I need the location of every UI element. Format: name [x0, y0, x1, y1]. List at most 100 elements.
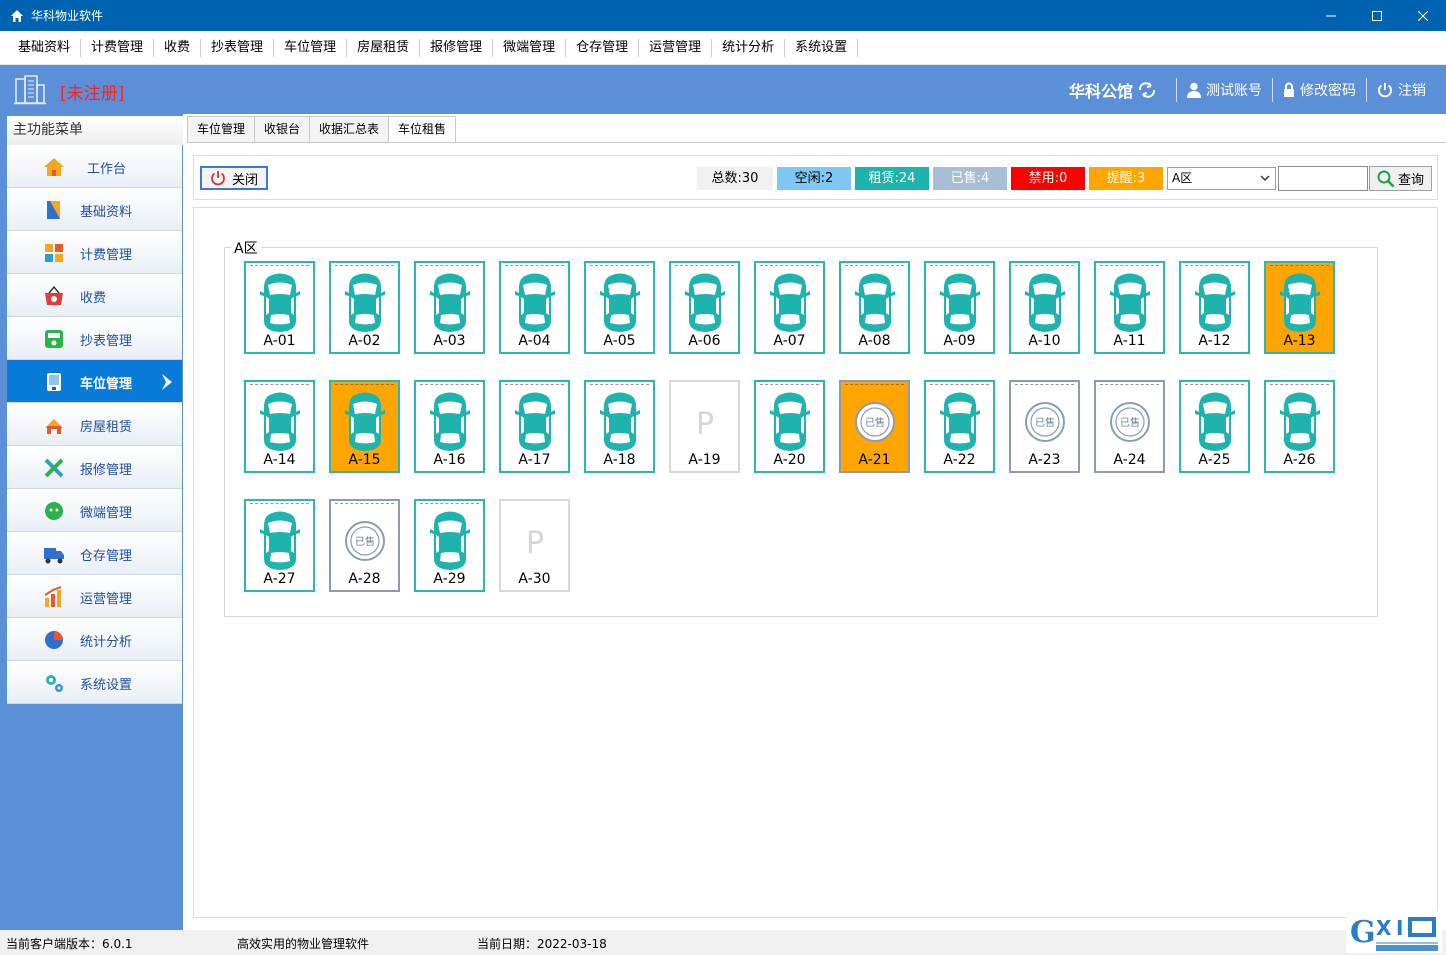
- slot-label: A-23: [1028, 452, 1061, 468]
- search-button[interactable]: 查询: [1369, 166, 1432, 191]
- menu-item[interactable]: 运营管理: [639, 38, 713, 57]
- parking-slot[interactable]: A-09: [924, 261, 995, 354]
- parking-slot[interactable]: A-29: [414, 499, 485, 592]
- car-icon: [260, 392, 300, 451]
- sidebar-item-2[interactable]: 计费管理: [7, 231, 182, 274]
- close-window-button[interactable]: [1400, 0, 1446, 31]
- parking-slot[interactable]: A-20: [754, 380, 825, 473]
- menu-item[interactable]: 计费管理: [81, 38, 155, 57]
- parking-slot[interactable]: 已售 A-23: [1009, 380, 1080, 473]
- parking-slot[interactable]: A-17: [499, 380, 570, 473]
- parking-slot[interactable]: A-05: [584, 261, 655, 354]
- stat-disabled-filter[interactable]: 禁用:0: [1011, 167, 1085, 190]
- car-icon: [770, 392, 810, 451]
- close-tab-label: 关闭: [231, 172, 258, 188]
- parking-slot[interactable]: A-27: [244, 499, 315, 592]
- slot-top-line: [420, 503, 479, 505]
- menu-item[interactable]: 微端管理: [493, 38, 567, 57]
- parking-slot[interactable]: 已售 A-28: [329, 499, 400, 592]
- sidebar-item-11[interactable]: 统计分析: [7, 618, 182, 661]
- car-icon: [1280, 273, 1320, 332]
- parking-slot[interactable]: A-04: [499, 261, 570, 354]
- parking-slot[interactable]: A-02: [329, 261, 400, 354]
- parking-slot[interactable]: 已售 A-24: [1094, 380, 1165, 473]
- maximize-button[interactable]: [1354, 0, 1400, 31]
- sidebar-item-9[interactable]: 仓存管理: [7, 532, 182, 575]
- minimize-button[interactable]: [1308, 0, 1354, 31]
- menu-item[interactable]: 基础资料: [8, 38, 82, 57]
- parking-slot[interactable]: A-01: [244, 261, 315, 354]
- slot-top-line: [590, 265, 649, 267]
- parking-slot[interactable]: A-11: [1094, 261, 1165, 354]
- parking-slot[interactable]: A-07: [754, 261, 825, 354]
- close-tab-button[interactable]: 关闭: [200, 166, 268, 190]
- svg-text:已售: 已售: [865, 416, 885, 429]
- sidebar-item-0[interactable]: 工作台: [7, 145, 182, 188]
- car-icon: [1195, 273, 1235, 332]
- sidebar-item-label: 工作台: [87, 162, 127, 177]
- menu-item[interactable]: 抄表管理: [201, 38, 275, 57]
- menu-item[interactable]: 系统设置: [785, 38, 859, 57]
- slot-label: A-22: [943, 452, 976, 468]
- slot-label: A-29: [433, 571, 466, 587]
- status-date: 当前日期：2022-03-18: [477, 937, 607, 951]
- sidebar-item-6[interactable]: 房屋租赁: [7, 403, 182, 446]
- stat-rented-filter[interactable]: 租赁:24: [855, 167, 929, 190]
- slot-label: A-02: [348, 333, 381, 349]
- sidebar-item-4[interactable]: 抄表管理: [7, 317, 182, 360]
- sidebar-item-12[interactable]: 系统设置: [7, 661, 182, 704]
- sidebar-item-3[interactable]: 收费: [7, 274, 182, 317]
- parking-slot[interactable]: A-22: [924, 380, 995, 473]
- slot-label: A-08: [858, 333, 891, 349]
- tools-icon: [44, 458, 64, 478]
- menu-item[interactable]: 车位管理: [274, 38, 348, 57]
- tab-1[interactable]: 收银台: [254, 116, 311, 142]
- menu-item[interactable]: 统计分析: [712, 38, 786, 57]
- sidebar-item-7[interactable]: 报修管理: [7, 446, 182, 489]
- sidebar-item-10[interactable]: 运营管理: [7, 575, 182, 618]
- parking-slot[interactable]: A-15: [329, 380, 400, 473]
- logout-link[interactable]: 注销: [1367, 78, 1436, 102]
- search-input[interactable]: [1278, 166, 1368, 191]
- building-logo-icon: [14, 75, 46, 105]
- parking-slot[interactable]: 已售 A-21: [839, 380, 910, 473]
- calculator-icon: [45, 244, 63, 262]
- sidebar-item-8[interactable]: 微端管理: [7, 489, 182, 532]
- menu-item[interactable]: 仓存管理: [566, 38, 640, 57]
- slot-label: A-16: [433, 452, 466, 468]
- slot-top-line: [335, 384, 394, 386]
- parking-p-icon: P: [696, 407, 714, 442]
- zone-select-value: A区: [1172, 171, 1193, 185]
- stat-reminder-filter[interactable]: 提醒:3: [1089, 167, 1163, 190]
- parking-slot[interactable]: A-10: [1009, 261, 1080, 354]
- slot-label: A-03: [433, 333, 466, 349]
- parking-slot[interactable]: A-12: [1179, 261, 1250, 354]
- parking-slot[interactable]: P A-19: [669, 380, 740, 473]
- sidebar-item-5[interactable]: 车位管理: [7, 360, 182, 403]
- change-password-link[interactable]: 修改密码: [1273, 78, 1366, 102]
- menu-item[interactable]: 房屋租赁: [347, 38, 421, 57]
- car-icon: [430, 392, 470, 451]
- parking-slot[interactable]: A-08: [839, 261, 910, 354]
- menu-item[interactable]: 报修管理: [420, 38, 494, 57]
- parking-slot[interactable]: A-26: [1264, 380, 1335, 473]
- stat-idle-filter[interactable]: 空闲:2: [777, 167, 851, 190]
- stat-sold-filter[interactable]: 已售:4: [933, 167, 1007, 190]
- parking-slot[interactable]: A-13: [1264, 261, 1335, 354]
- tab-2[interactable]: 收据汇总表: [309, 116, 390, 142]
- parking-slot[interactable]: P A-30: [499, 499, 570, 592]
- menu-item[interactable]: 收费: [154, 38, 202, 57]
- parking-slot[interactable]: A-16: [414, 380, 485, 473]
- parking-slot[interactable]: A-18: [584, 380, 655, 473]
- sidebar-item-1[interactable]: 基础资料: [7, 188, 182, 231]
- org-switch[interactable]: 华科公馆: [1069, 78, 1176, 102]
- parking-slot[interactable]: A-06: [669, 261, 740, 354]
- tab-3[interactable]: 车位租售: [388, 116, 457, 143]
- tab-0[interactable]: 车位管理: [187, 116, 256, 142]
- zone-select[interactable]: A区: [1167, 167, 1276, 190]
- slot-top-line: [1015, 384, 1074, 386]
- account-link[interactable]: 测试账号: [1177, 78, 1272, 102]
- parking-slot[interactable]: A-14: [244, 380, 315, 473]
- parking-slot[interactable]: A-03: [414, 261, 485, 354]
- parking-slot[interactable]: A-25: [1179, 380, 1250, 473]
